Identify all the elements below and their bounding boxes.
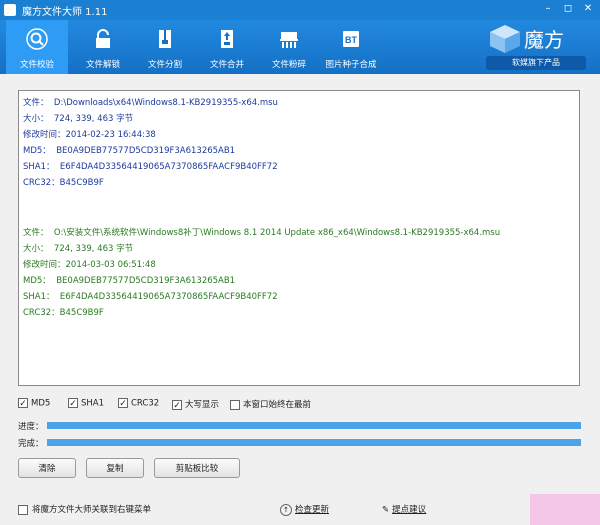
cube-logo-icon xyxy=(490,25,520,53)
minimize-icon[interactable]: – xyxy=(540,2,556,16)
tab-label: 文件解锁 xyxy=(85,60,120,70)
md5-checkbox[interactable]: ✓ MD5 xyxy=(18,398,50,410)
entry-1-size: 大小： 724, 339, 463 字节 xyxy=(23,114,134,124)
tab-label: 文件合并 xyxy=(209,60,244,70)
entry-2-mtime: 修改时间：2014-03-03 06:51:48 xyxy=(23,260,156,270)
copy-button[interactable]: 复制 xyxy=(86,458,144,478)
always-on-top-checkbox[interactable]: 本窗口始终在最前 xyxy=(230,398,311,410)
check-icon: ✓ xyxy=(118,398,128,409)
app-icon xyxy=(4,4,16,16)
window-title: 魔方文件大师 1.11 xyxy=(22,7,108,18)
clipboard-compare-button[interactable]: 剪贴板比较 xyxy=(154,458,240,478)
crc32-checkbox[interactable]: ✓ CRC32 xyxy=(118,398,159,410)
entry-2-file: 文件： O:\安装文件\系统软件\Windows8补丁\Windows 8.1 … xyxy=(23,228,501,238)
tab-label: 文件分割 xyxy=(147,60,182,70)
tab-file-unlock[interactable]: 文件解锁 xyxy=(72,20,134,74)
shredder-icon xyxy=(280,32,298,48)
tab-label: 文件粉碎 xyxy=(271,60,306,70)
check-icon: ✓ xyxy=(172,399,182,411)
entry-2-md5: MD5： BE0A9DEB77577D5CD319F3A613265AB1 xyxy=(23,276,236,286)
close-icon[interactable]: ✕ xyxy=(580,2,596,16)
brand-badge: 软媒旗下产品 xyxy=(486,56,586,70)
corner-overlay xyxy=(530,494,600,525)
entry-1-sha1: SHA1： E6F4DA4D33564419065A7370865FAACF9B… xyxy=(23,162,278,172)
entry-2-sha1: SHA1： E6F4DA4D33564419065A7370865FAACF9B… xyxy=(23,292,278,302)
tab-file-merge[interactable]: 文件合并 xyxy=(196,20,258,74)
pencil-icon: ✎ xyxy=(382,505,390,515)
entry-1-file: 文件： D:\Downloads\x64\Windows8.1-KB291935… xyxy=(23,98,278,108)
entry-1-crc32: CRC32：B45C9B9F xyxy=(23,178,104,188)
tab-file-shred[interactable]: 文件粉碎 xyxy=(258,20,320,74)
arrow-up-icon: ↑ xyxy=(280,503,292,516)
brand-logo: 魔方 软媒旗下产品 xyxy=(482,22,592,72)
check-icon: ✓ xyxy=(68,398,78,409)
zip-merge-icon xyxy=(221,30,233,48)
entry-1-md5: MD5： BE0A9DEB77577D5CD319F3A613265AB1 xyxy=(23,146,236,156)
progress-fill xyxy=(47,422,581,429)
complete-bar xyxy=(47,439,581,446)
feedback-link[interactable]: ✎ 提点建议 xyxy=(382,503,426,515)
bt-icon: BT xyxy=(343,31,359,47)
complete-fill xyxy=(47,439,581,446)
zip-split-icon xyxy=(159,30,171,48)
tab-file-verify[interactable]: 文件校验 xyxy=(6,20,68,74)
progress-label: 进度： xyxy=(18,422,44,432)
entry-2-crc32: CRC32：B45C9B9F xyxy=(23,308,104,318)
check-update-link[interactable]: ↑ 检查更新 xyxy=(280,503,329,516)
app-window: 魔方文件大师 1.11 – ◻ ✕ 文件校验 文件解锁 文件分割 文件合并 文件… xyxy=(0,0,600,525)
magnifier-icon xyxy=(26,28,48,50)
maximize-icon[interactable]: ◻ xyxy=(560,2,576,16)
entry-1-mtime: 修改时间：2014-02-23 16:44:38 xyxy=(23,130,156,140)
tab-image-seed[interactable]: BT 图片种子合成 xyxy=(320,20,382,74)
complete-label: 完成： xyxy=(18,439,44,449)
tab-file-split[interactable]: 文件分割 xyxy=(134,20,196,74)
brand-name: 魔方 xyxy=(524,28,564,52)
sha1-checkbox[interactable]: ✓ SHA1 xyxy=(68,398,104,410)
lock-icon xyxy=(96,29,110,48)
toolbar: 文件校验 文件解锁 文件分割 文件合并 文件粉碎 BT 图片种子合成 魔方 软媒… xyxy=(0,20,600,74)
clear-button[interactable]: 清除 xyxy=(18,458,76,478)
check-icon: ✓ xyxy=(18,398,28,409)
progress-bar xyxy=(47,422,581,429)
bt-icon-text: BT xyxy=(345,35,357,45)
entry-2-size: 大小： 724, 339, 463 字节 xyxy=(23,244,134,254)
associate-context-menu-checkbox[interactable]: 将魔方文件大师关联到右键菜单 xyxy=(18,503,151,515)
tab-label: 文件校验 xyxy=(19,60,54,70)
title-bar: 魔方文件大师 1.11 – ◻ ✕ xyxy=(0,0,600,20)
uppercase-checkbox[interactable]: ✓ 大写显示 xyxy=(172,398,219,411)
result-output[interactable]: 文件： D:\Downloads\x64\Windows8.1-KB291935… xyxy=(18,90,580,386)
tab-label: 图片种子合成 xyxy=(325,60,377,70)
